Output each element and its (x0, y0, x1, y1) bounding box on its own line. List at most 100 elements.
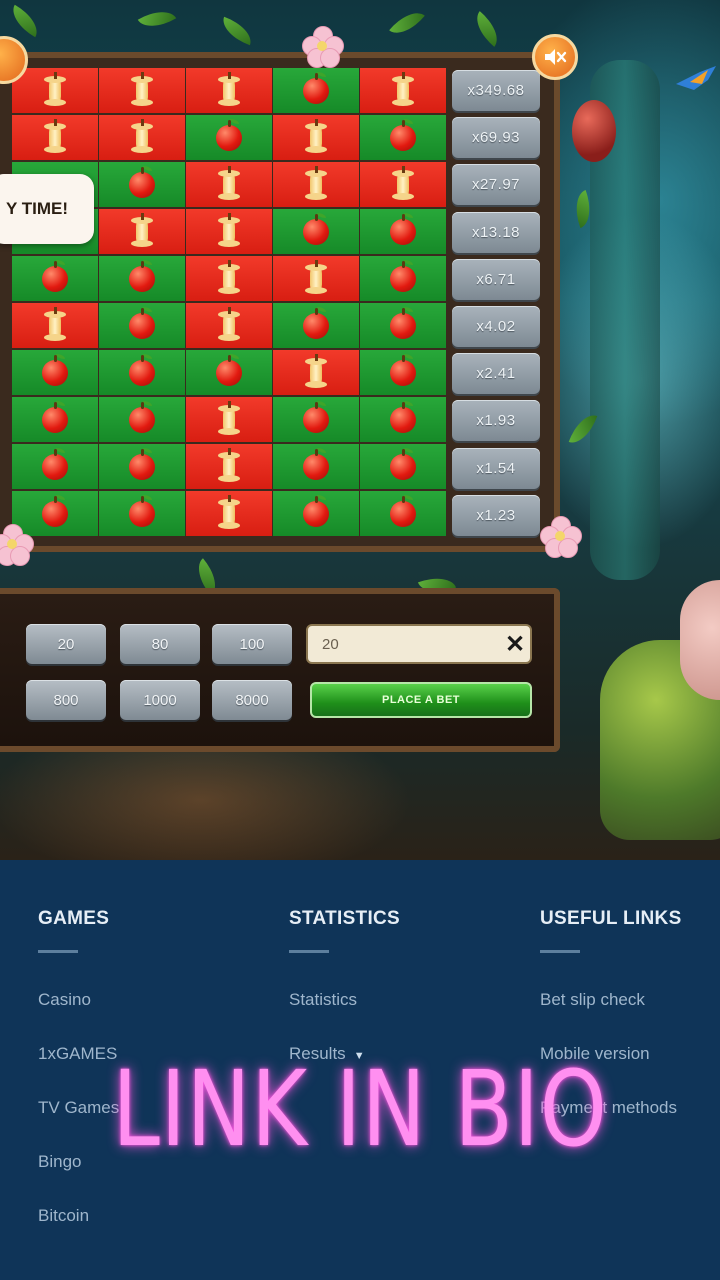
grid-cell[interactable] (186, 350, 272, 395)
grid-cell[interactable] (99, 491, 185, 536)
apple-core-icon (392, 165, 414, 202)
multiplier-tile: x6.71 (452, 258, 540, 300)
apple-core-icon (392, 71, 414, 108)
game-scene: x349.68 x69.93 x27.97 x13.18 x6.71 x4.02 x2.41… (0, 0, 720, 860)
multiplier-tile: x349.68 (452, 70, 540, 111)
chip-button[interactable]: 800 (26, 680, 106, 720)
grid-cell[interactable] (12, 256, 98, 301)
chip-button[interactable]: 8000 (212, 680, 292, 720)
multiplier-tile: x2.41 (452, 353, 540, 395)
apple-icon (390, 447, 416, 480)
apple-core-icon (218, 400, 240, 437)
grid-cell[interactable] (186, 115, 272, 160)
bet-amount-value: 20 (322, 635, 339, 653)
grid-cell[interactable] (360, 491, 446, 536)
apple-core-icon (305, 165, 327, 202)
grid-cell[interactable] (273, 209, 359, 254)
grid-cell[interactable] (360, 209, 446, 254)
apple-core-icon (218, 71, 240, 108)
grid-cell[interactable] (12, 115, 98, 160)
grid-cell[interactable] (273, 350, 359, 395)
apple-icon (42, 400, 68, 433)
footer-link[interactable]: Bet slip check (540, 990, 645, 1010)
footer-link[interactable]: Casino (38, 990, 91, 1010)
apple-core-icon (218, 165, 240, 202)
apple-icon (42, 447, 68, 480)
grid-cell[interactable] (99, 303, 185, 348)
grid-cell[interactable] (186, 303, 272, 348)
chip-button[interactable]: 80 (120, 624, 200, 664)
grid-cell[interactable] (360, 162, 446, 207)
grid-cell[interactable] (273, 162, 359, 207)
apple-core-icon (218, 259, 240, 296)
clear-bet-button[interactable]: ✕ (498, 624, 532, 664)
grid-cell[interactable] (360, 115, 446, 160)
grid-cell[interactable] (186, 397, 272, 442)
grid-cell[interactable] (273, 256, 359, 301)
grid-cell[interactable] (12, 397, 98, 442)
grid-cell[interactable] (186, 68, 272, 113)
mute-button[interactable] (532, 34, 578, 80)
grid-cell[interactable] (186, 256, 272, 301)
chip-button[interactable]: 100 (212, 624, 292, 664)
apple-icon (129, 494, 155, 527)
grid-cell[interactable] (360, 397, 446, 442)
divider (289, 950, 329, 953)
footer-link[interactable]: Bitcoin (38, 1206, 89, 1226)
footer-heading: STATISTICS (289, 908, 401, 929)
grid-cell[interactable] (360, 350, 446, 395)
grid-cell[interactable] (99, 256, 185, 301)
apple-core-icon (218, 447, 240, 484)
apple-icon (129, 306, 155, 339)
grid-cell[interactable] (273, 303, 359, 348)
chip-button[interactable]: 1000 (120, 680, 200, 720)
multiplier-tile: x1.54 (452, 447, 540, 489)
grid-cell[interactable] (12, 444, 98, 489)
grid-cell[interactable] (99, 162, 185, 207)
grid-cell[interactable] (273, 444, 359, 489)
apple-icon (303, 306, 329, 339)
footer-link[interactable]: Statistics (289, 990, 357, 1010)
grid-cell[interactable] (186, 444, 272, 489)
grid-cell[interactable] (186, 491, 272, 536)
apple-icon (216, 118, 242, 151)
grid-cell[interactable] (273, 491, 359, 536)
creature-decoration (680, 580, 720, 700)
apple-icon (129, 400, 155, 433)
grid-cell[interactable] (360, 303, 446, 348)
grid-cell[interactable] (99, 115, 185, 160)
grid-cell[interactable] (273, 68, 359, 113)
apple-icon (216, 353, 242, 386)
grid-cell[interactable] (273, 115, 359, 160)
chip-button[interactable]: 20 (26, 624, 106, 664)
overlay-caption: LINK IN BIO (112, 1048, 608, 1170)
grid-cell[interactable] (99, 209, 185, 254)
apple-core-icon (218, 306, 240, 343)
apple-icon (390, 353, 416, 386)
grid-cell[interactable] (186, 209, 272, 254)
grid-cell[interactable] (12, 68, 98, 113)
grid-cell[interactable] (99, 68, 185, 113)
apple-core-icon (131, 118, 153, 155)
grid-cell[interactable] (99, 444, 185, 489)
multiplier-tile: x69.93 (452, 117, 540, 159)
close-icon: ✕ (504, 630, 526, 658)
blossom-decoration (302, 26, 344, 68)
grid-cell[interactable] (273, 397, 359, 442)
grid-cell[interactable] (186, 162, 272, 207)
grid-cell[interactable] (99, 397, 185, 442)
apple-icon (390, 494, 416, 527)
place-bet-button[interactable]: PLACE A BET (310, 682, 532, 718)
apple-core-icon (44, 71, 66, 108)
grid-cell[interactable] (360, 444, 446, 489)
grid-cell[interactable] (360, 68, 446, 113)
grid-cell[interactable] (12, 303, 98, 348)
grid-cell[interactable] (12, 350, 98, 395)
banner-text: Y TIME! (5, 199, 68, 218)
apple-icon (303, 494, 329, 527)
apple-core-icon (305, 353, 327, 390)
apple-icon (303, 400, 329, 433)
leaf-decoration (217, 16, 257, 46)
grid-cell[interactable] (360, 256, 446, 301)
grid-cell[interactable] (99, 350, 185, 395)
